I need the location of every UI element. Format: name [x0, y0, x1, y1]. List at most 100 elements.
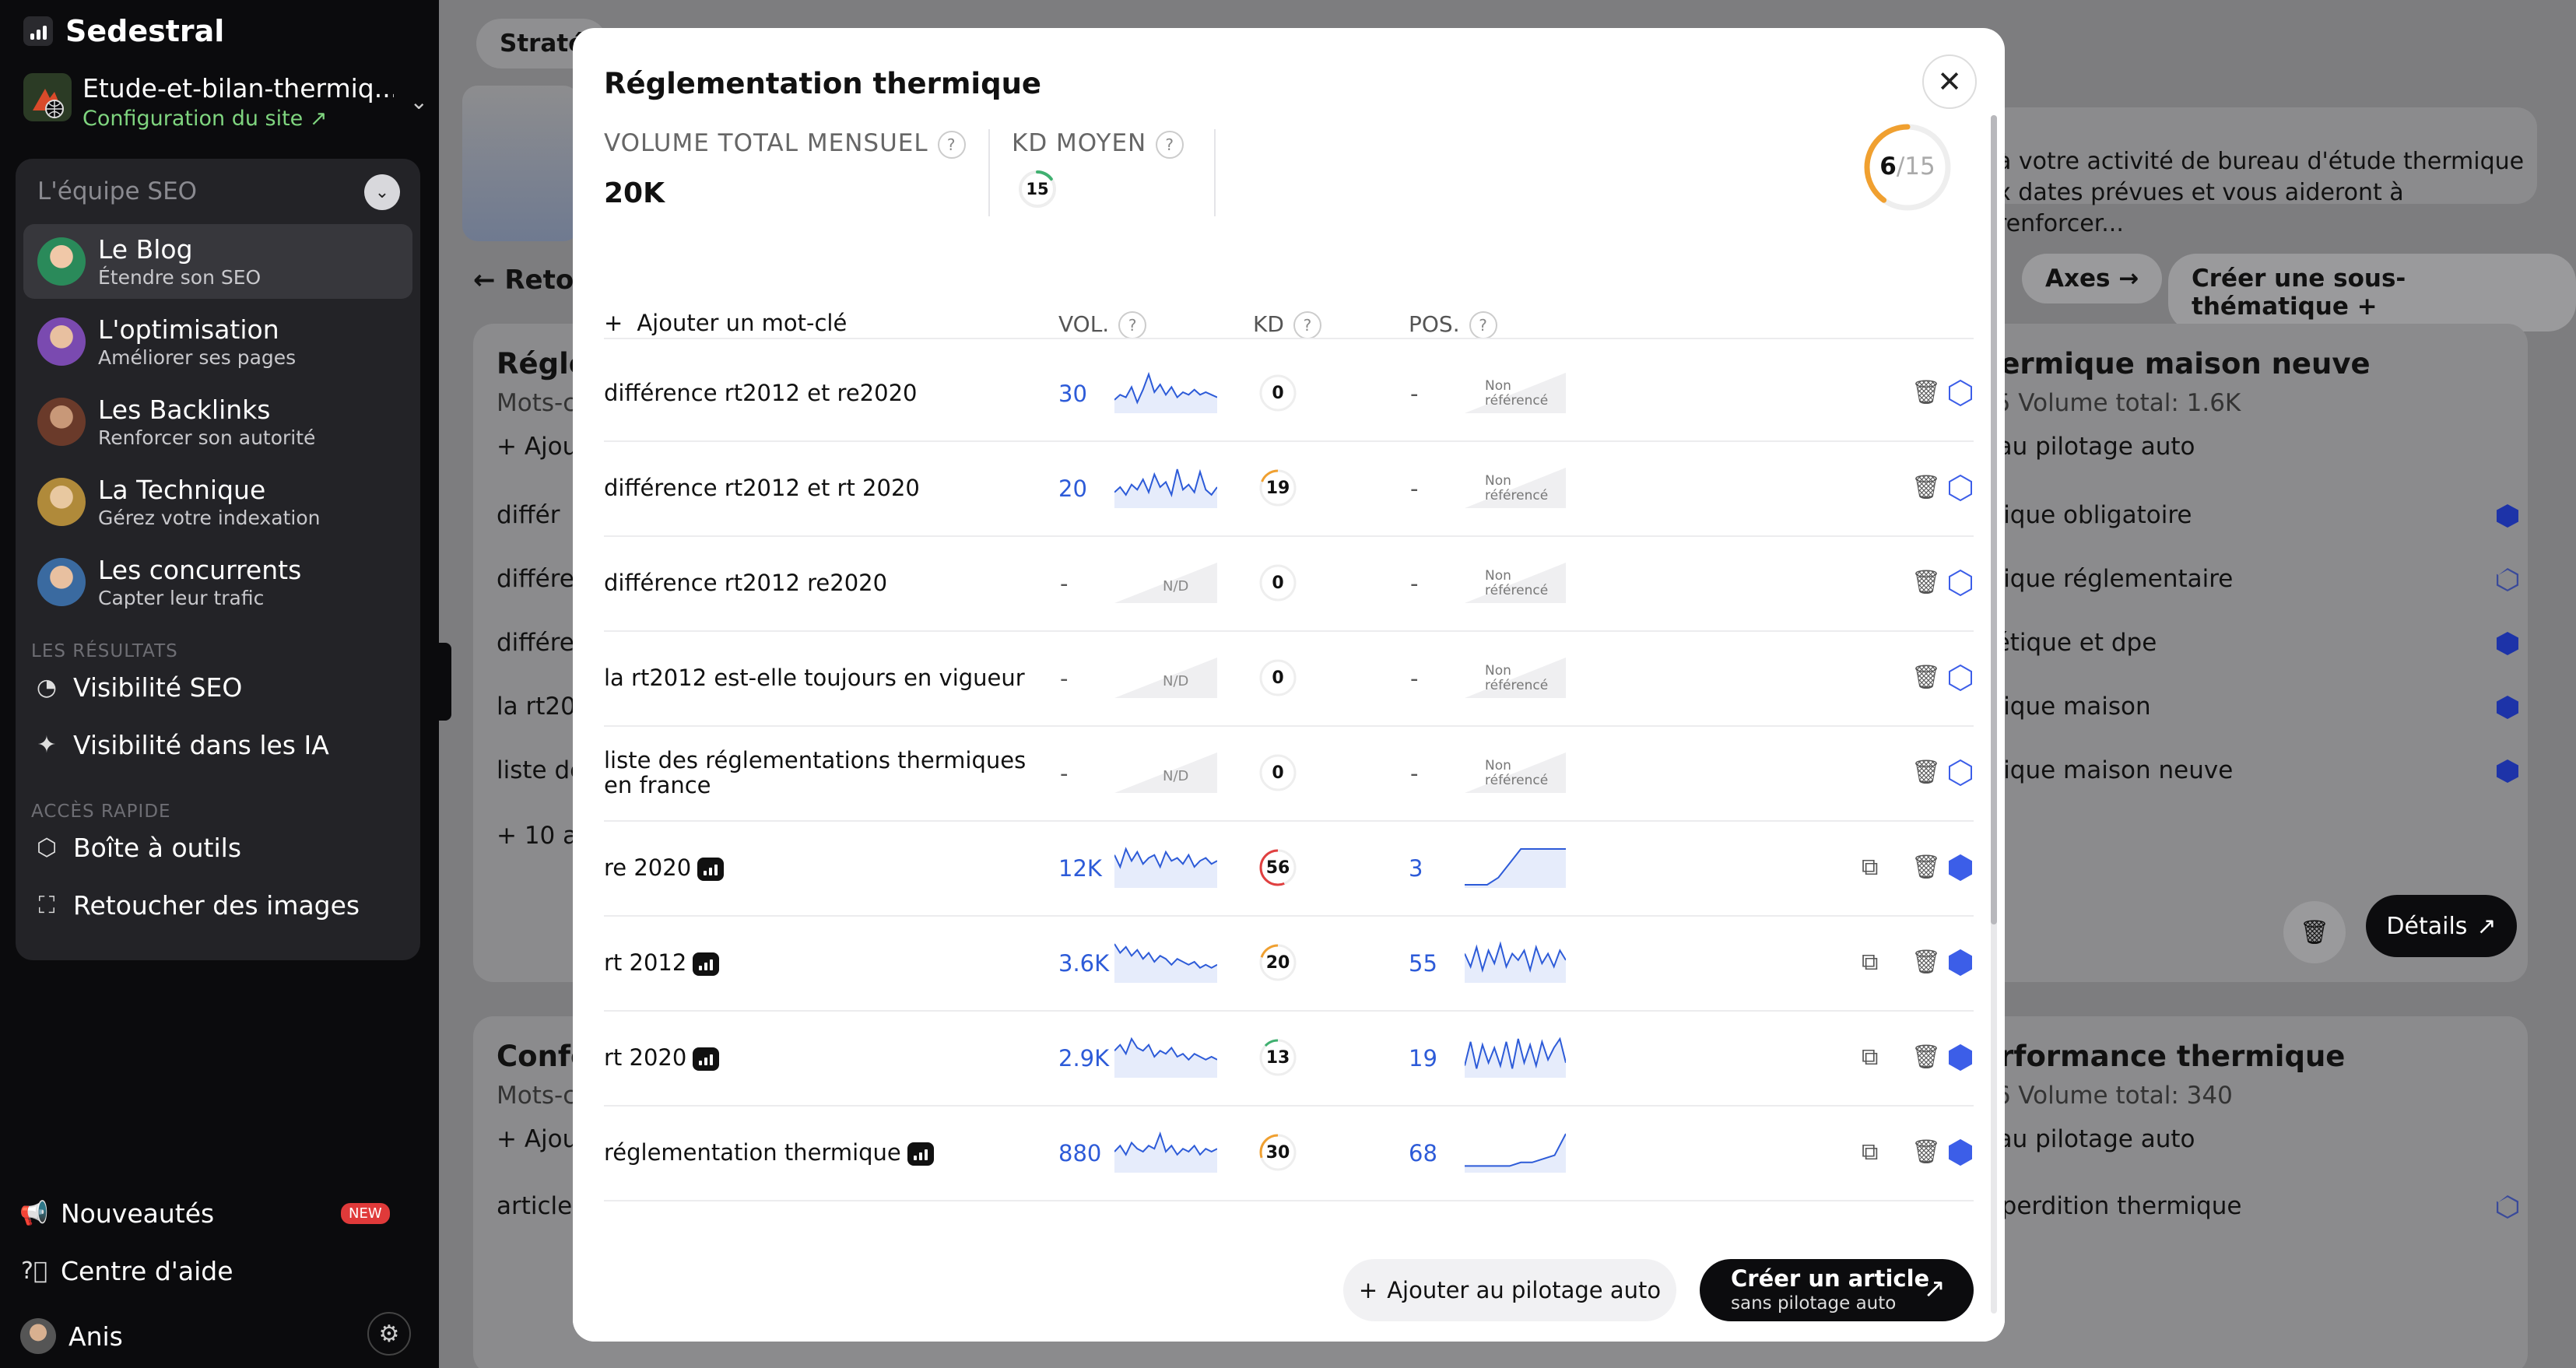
kd-gauge: 30 [1258, 1132, 1298, 1173]
hexagon-shape [1949, 569, 1972, 597]
app-logo[interactable]: Sedestral [23, 14, 224, 48]
site-config-link[interactable]: Configuration du site ↗ [82, 107, 394, 131]
create-article-button[interactable]: Créer un article sans pilotage auto ↗ [1700, 1259, 1974, 1321]
agent-blog[interactable]: Le Blog Étendre son SEO [23, 224, 412, 299]
kd-gauge: 56 [1258, 847, 1298, 888]
autopilot-button[interactable]: r au pilotage auto [1980, 1125, 2195, 1153]
new-badge: NEW [341, 1203, 390, 1224]
hexagon-filled-icon[interactable] [1947, 854, 1974, 882]
keyword-text: rt 2012 [604, 950, 1048, 976]
trash-icon[interactable]: 🗑 [1911, 569, 1941, 596]
keyword-text: différence rt2012 et rt 2020 [604, 475, 1048, 500]
details-button[interactable]: Détails ↗ [2366, 895, 2517, 957]
sparkline-area [1465, 1134, 1566, 1173]
create-sub-theme-button[interactable]: Créer une sous-thématique + [2168, 254, 2576, 331]
chevron-down-icon[interactable]: ⌄ [410, 89, 428, 114]
sidebar: Sedestral Etude-et-bilan-thermiq... Conf… [0, 0, 439, 1368]
hexagon-filled-icon[interactable] [1947, 949, 1974, 977]
axes-button[interactable]: Axes → [2022, 254, 2163, 303]
agent-title: L'optimisation [98, 314, 279, 345]
keyword-text: différence rt2012 et re2020 [604, 381, 1048, 405]
hexagon-filled-icon [2497, 759, 2518, 783]
add-keyword-button[interactable]: + Ajouter un mot-clé [604, 310, 847, 336]
nav-retoucher-images[interactable]: ⛶ Retoucher des images [33, 890, 360, 921]
keyword-item: différe [497, 565, 574, 593]
hexagon-filled-icon[interactable] [1947, 1044, 1974, 1072]
position-sparkline [1464, 939, 1567, 983]
external-link-icon[interactable]: ⧉ [1862, 1138, 1878, 1166]
agent-title: Les Backlinks [98, 395, 271, 425]
trash-icon[interactable]: 🗑 [2283, 901, 2346, 963]
hexagon-outline-icon[interactable] [1947, 664, 1974, 692]
hexagon-outline-icon[interactable] [1947, 474, 1974, 502]
volume-sparkline [1114, 370, 1218, 413]
position-value: 19 [1409, 1045, 1437, 1072]
hexagon-shape [1949, 379, 1972, 407]
trash-icon[interactable]: 🗑 [1911, 949, 1941, 976]
volume-sparkline [1114, 465, 1218, 508]
nav-centre-aide[interactable]: ?⃝ Centre d'aide [20, 1256, 233, 1286]
nav-label: Nouveautés [61, 1198, 215, 1229]
kd-value: 0 [1272, 383, 1284, 403]
hexagon-outline-icon[interactable] [1947, 569, 1974, 597]
row-divider [604, 1010, 1974, 1012]
help-icon[interactable]: ? [1293, 311, 1321, 339]
site-selector[interactable]: Etude-et-bilan-thermiq... Configuration … [23, 73, 428, 131]
sparkline-area [1114, 944, 1217, 983]
user-menu[interactable]: Anis [20, 1318, 123, 1354]
agent-optimisation[interactable]: L'optimisation Améliorer ses pages [23, 304, 412, 379]
not-ranked-placeholder: Non référencé [1465, 559, 1566, 603]
nav-visibilite-ia[interactable]: ✦ Visibilité dans les IA [33, 730, 328, 760]
hexagon-filled-icon[interactable] [1947, 1138, 1974, 1166]
nav-visibilite-seo[interactable]: ◔ Visibilité SEO [33, 672, 242, 703]
col-kd-header: KD? [1253, 311, 1321, 339]
collapse-team-toggle[interactable]: ⌄ [364, 174, 400, 210]
autopilot-button[interactable]: r au pilotage auto [1980, 433, 2195, 461]
add-keyword-button[interactable]: + Ajou [497, 433, 577, 461]
modal-title: Réglementation thermique [604, 67, 1042, 100]
trash-icon[interactable]: 🗑 [1911, 759, 1941, 786]
not-ranked-label: Non référencé [1485, 663, 1549, 693]
sidebar-collapse-handle[interactable] [439, 643, 451, 721]
site-name: Etude-et-bilan-thermiq... [82, 73, 394, 103]
nav-nouveautes[interactable]: 📢 Nouveautés [19, 1198, 215, 1229]
add-keyword-button[interactable]: + Ajou [497, 1125, 577, 1153]
agent-technique[interactable]: La Technique Gérez votre indexation [23, 465, 412, 539]
volume-value: - [1060, 570, 1069, 597]
card-title-right: erformance thermique [1980, 1040, 2346, 1073]
kd-label: KD MOYEN? [1012, 129, 1184, 159]
external-link-icon[interactable]: ⧉ [1862, 854, 1878, 881]
arrow-up-right-icon: ↗ [1923, 1273, 1946, 1304]
arrow-up-right-icon: ↗ [2476, 912, 2497, 940]
score-total: /15 [1896, 153, 1936, 181]
not-ranked-placeholder: Non référencé [1465, 370, 1566, 413]
help-icon[interactable]: ? [937, 130, 966, 159]
kd-label-text: KD MOYEN [1012, 129, 1147, 157]
trash-icon[interactable]: 🗑 [1911, 379, 1941, 406]
back-link[interactable]: ← Reto [473, 265, 574, 296]
close-icon[interactable]: ✕ [1922, 54, 1977, 109]
trash-icon[interactable]: 🗑 [1911, 664, 1941, 691]
ranking-bars-icon [693, 952, 720, 976]
help-icon[interactable]: ? [1469, 311, 1497, 339]
settings-gear-icon[interactable]: ⚙ [367, 1312, 411, 1356]
trash-icon[interactable]: 🗑 [1911, 474, 1941, 501]
external-link-icon[interactable]: ⧉ [1862, 949, 1878, 976]
divider [1214, 129, 1216, 216]
help-icon[interactable]: ? [1156, 130, 1184, 159]
scrollbar[interactable] [1991, 115, 1997, 1314]
keyword-item: différe [497, 629, 574, 657]
nav-boite-outils[interactable]: ⬡ Boîte à outils [33, 833, 241, 863]
agent-backlinks[interactable]: Les Backlinks Renforcer son autorité [23, 384, 412, 459]
trash-icon[interactable]: 🗑 [1911, 854, 1941, 881]
card-stats: 15 Volume total: 1.6K [1980, 389, 2241, 417]
kd-value: 56 [1265, 858, 1290, 878]
trash-icon[interactable]: 🗑 [1911, 1044, 1941, 1071]
trash-icon[interactable]: 🗑 [1911, 1138, 1941, 1166]
hexagon-outline-icon[interactable] [1947, 379, 1974, 407]
help-icon[interactable]: ? [1118, 311, 1147, 339]
external-link-icon[interactable]: ⧉ [1862, 1044, 1878, 1071]
autopilot-button[interactable]: + Ajouter au pilotage auto [1343, 1259, 1676, 1321]
hexagon-outline-icon[interactable] [1947, 759, 1974, 787]
agent-concurrents[interactable]: Les concurrents Capter leur trafic [23, 545, 412, 619]
